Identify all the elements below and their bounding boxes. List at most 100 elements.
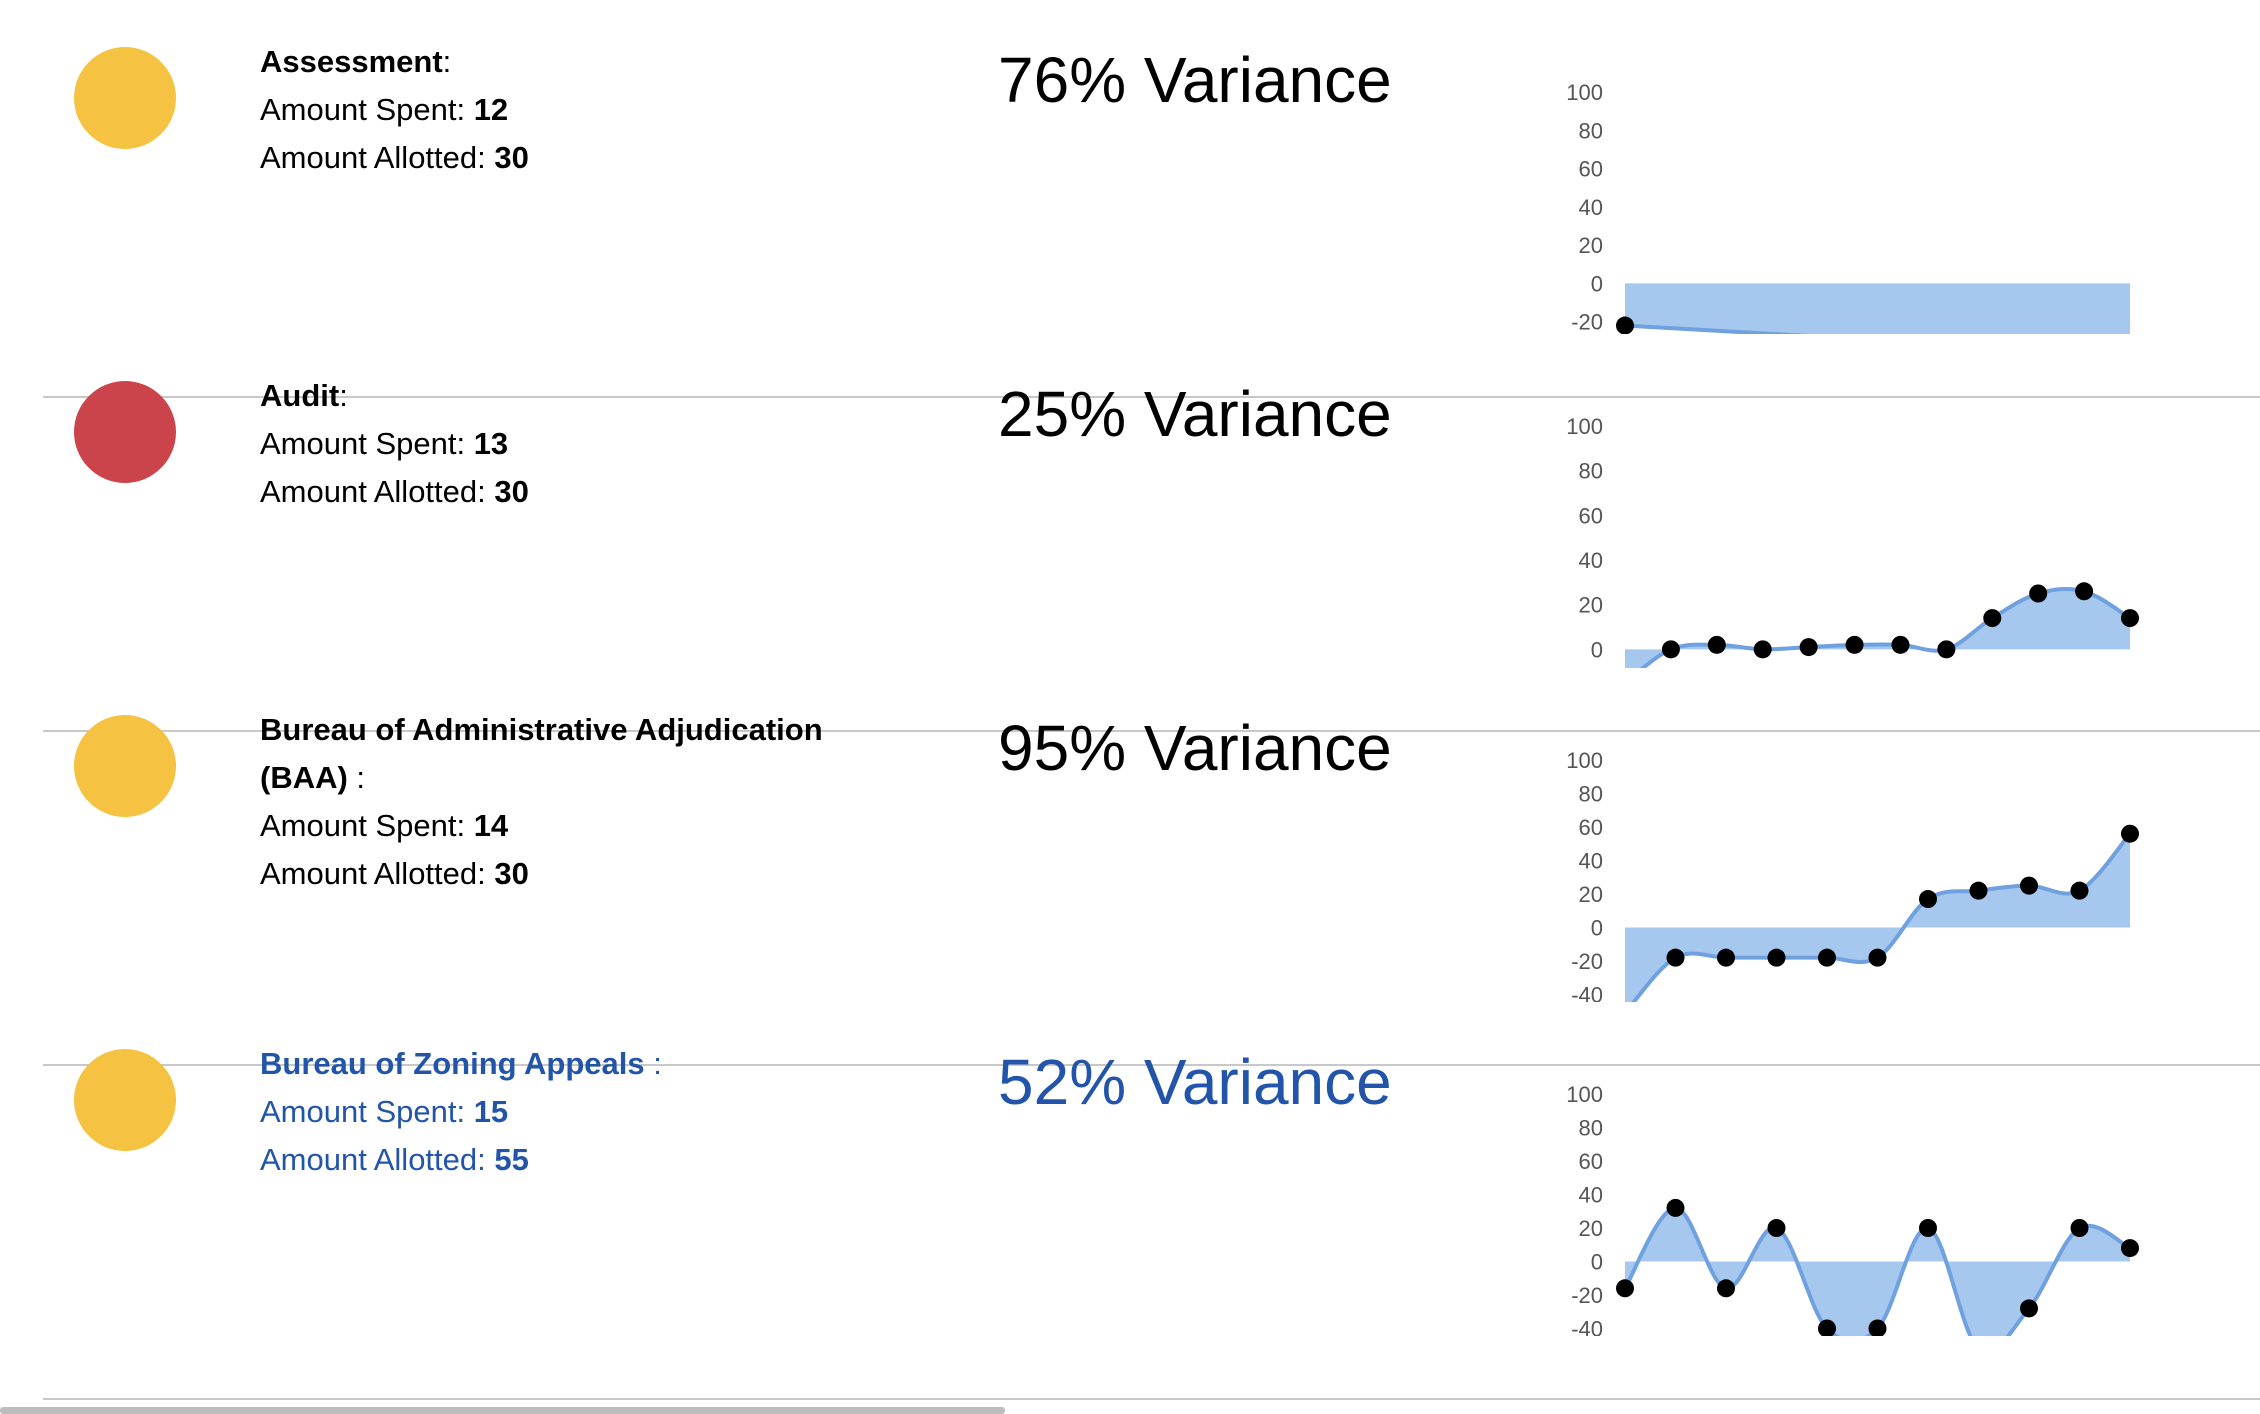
y-tick-label: 20 — [1579, 233, 1603, 258]
spent-value: 15 — [473, 1094, 509, 1129]
budget-row-baa[interactable]: Bureau of Administrative Adjudication (B… — [0, 668, 2260, 1002]
data-point — [1919, 890, 1937, 909]
y-tick-label: -20 — [1571, 1283, 1603, 1308]
data-point — [2070, 881, 2089, 900]
y-tick-label: 100 — [1566, 1082, 1603, 1107]
allotted-value: 30 — [494, 140, 529, 175]
data-point — [1666, 1198, 1685, 1217]
budget-row-assessment[interactable]: Assessment: Amount Spent: 12 Amount Allo… — [0, 0, 2260, 334]
y-tick-label: 80 — [1579, 1116, 1603, 1141]
variance-value: 25% Variance — [998, 378, 1392, 450]
horizontal-scrollbar[interactable] — [0, 1407, 1005, 1414]
spent-value: 12 — [473, 92, 509, 127]
allotted-value: 55 — [494, 1142, 529, 1177]
variance-chart: 100806040200-20-40 — [1566, 80, 2130, 334]
row-info: Bureau of Zoning Appeals : Amount Spent:… — [260, 1040, 910, 1184]
y-tick-label: 60 — [1579, 815, 1603, 840]
variance-value: 76% Variance — [998, 44, 1392, 116]
row-info: Assessment: Amount Spent: 12 Amount Allo… — [260, 38, 910, 182]
row-info: Audit: Amount Spent: 13 Amount Allotted:… — [260, 372, 910, 516]
y-tick-label: 20 — [1579, 1216, 1603, 1241]
data-point — [1845, 635, 1864, 654]
data-point — [1983, 609, 2002, 628]
y-tick-label: 40 — [1579, 1183, 1603, 1208]
data-point — [2121, 1239, 2139, 1258]
budget-row-zoning-appeals[interactable]: Bureau of Zoning Appeals : Amount Spent:… — [0, 1002, 2260, 1336]
y-tick-label: 80 — [1579, 118, 1603, 143]
y-tick-label: 60 — [1579, 503, 1603, 528]
data-point — [1717, 948, 1735, 967]
row-info: Bureau of Administrative Adjudication (B… — [260, 706, 910, 898]
data-point — [1666, 948, 1685, 967]
y-tick-label: 100 — [1566, 80, 1603, 105]
name-suffix: : — [347, 760, 366, 795]
spent-label: Amount Spent: — [260, 1094, 474, 1129]
y-tick-label: 0 — [1591, 271, 1603, 296]
y-tick-label: 60 — [1579, 157, 1603, 182]
status-indicator — [74, 715, 176, 817]
y-tick-label: 100 — [1566, 748, 1603, 773]
data-point — [1753, 640, 1772, 659]
data-point — [1661, 640, 1680, 659]
data-point — [1707, 635, 1726, 654]
spent-label: Amount Spent: — [260, 426, 474, 461]
data-point — [2075, 582, 2094, 601]
data-point — [1891, 635, 1910, 654]
y-tick-label: 0 — [1591, 1250, 1603, 1275]
name-suffix: : — [644, 1046, 662, 1081]
y-tick-label: 20 — [1579, 882, 1603, 907]
y-tick-label: -40 — [1571, 983, 1603, 1003]
y-tick-label: 20 — [1579, 593, 1603, 618]
spent-label: Amount Spent: — [260, 92, 474, 127]
variance-chart: 100806040200-20-40-60 — [1566, 1082, 2139, 1337]
row-divider — [43, 1398, 2260, 1400]
y-tick-label: -40 — [1571, 1317, 1603, 1337]
allotted-value: 30 — [494, 474, 529, 509]
y-tick-label: 100 — [1566, 414, 1603, 439]
data-point — [1919, 1219, 1937, 1237]
name-suffix: : — [442, 44, 452, 79]
department-name: Audit — [260, 378, 340, 413]
status-indicator — [74, 47, 176, 149]
data-point — [2020, 876, 2038, 895]
series-area — [1625, 1207, 2130, 1336]
series-area — [1625, 588, 2130, 668]
y-tick-label: 40 — [1579, 548, 1603, 573]
budget-row-audit[interactable]: Audit: Amount Spent: 13 Amount Allotted:… — [0, 334, 2260, 668]
data-point — [2020, 1299, 2038, 1318]
variance-value: 95% Variance — [998, 712, 1392, 784]
allotted-label: Amount Allotted: — [260, 1142, 495, 1177]
department-name: Bureau of Administrative Adjudication (B… — [260, 712, 823, 795]
data-point — [1799, 638, 1818, 657]
data-point — [1717, 1279, 1735, 1298]
y-tick-label: 60 — [1579, 1149, 1603, 1174]
y-tick-label: 0 — [1591, 916, 1603, 941]
y-tick-label: 80 — [1579, 459, 1603, 484]
y-tick-label: 80 — [1579, 782, 1603, 807]
data-point — [2029, 584, 2048, 603]
department-name: Assessment — [260, 44, 443, 79]
allotted-label: Amount Allotted: — [260, 474, 495, 509]
spent-value: 14 — [473, 808, 509, 843]
y-tick-label: 0 — [1591, 637, 1603, 662]
data-point — [2121, 824, 2139, 843]
data-point — [2070, 1219, 2089, 1237]
variance-value: 52% Variance — [998, 1046, 1392, 1118]
data-point — [1616, 316, 1634, 334]
data-point — [1767, 1219, 1786, 1237]
data-point — [2121, 609, 2139, 628]
y-tick-label: 40 — [1579, 195, 1603, 220]
allotted-value: 30 — [494, 856, 529, 891]
data-point — [1969, 881, 1988, 900]
y-tick-label: 40 — [1579, 849, 1603, 874]
y-tick-label: -20 — [1571, 310, 1603, 334]
variance-chart: 100806040200-20 — [1566, 414, 2139, 668]
data-point — [1868, 948, 1887, 967]
status-indicator — [74, 381, 176, 483]
variance-chart: 100806040200-20-40-60 — [1566, 748, 2139, 1003]
spent-label: Amount Spent: — [260, 808, 474, 843]
series-area — [1625, 833, 2130, 1002]
data-point — [1818, 948, 1836, 967]
data-point — [1937, 640, 1956, 659]
name-suffix: : — [339, 378, 348, 413]
